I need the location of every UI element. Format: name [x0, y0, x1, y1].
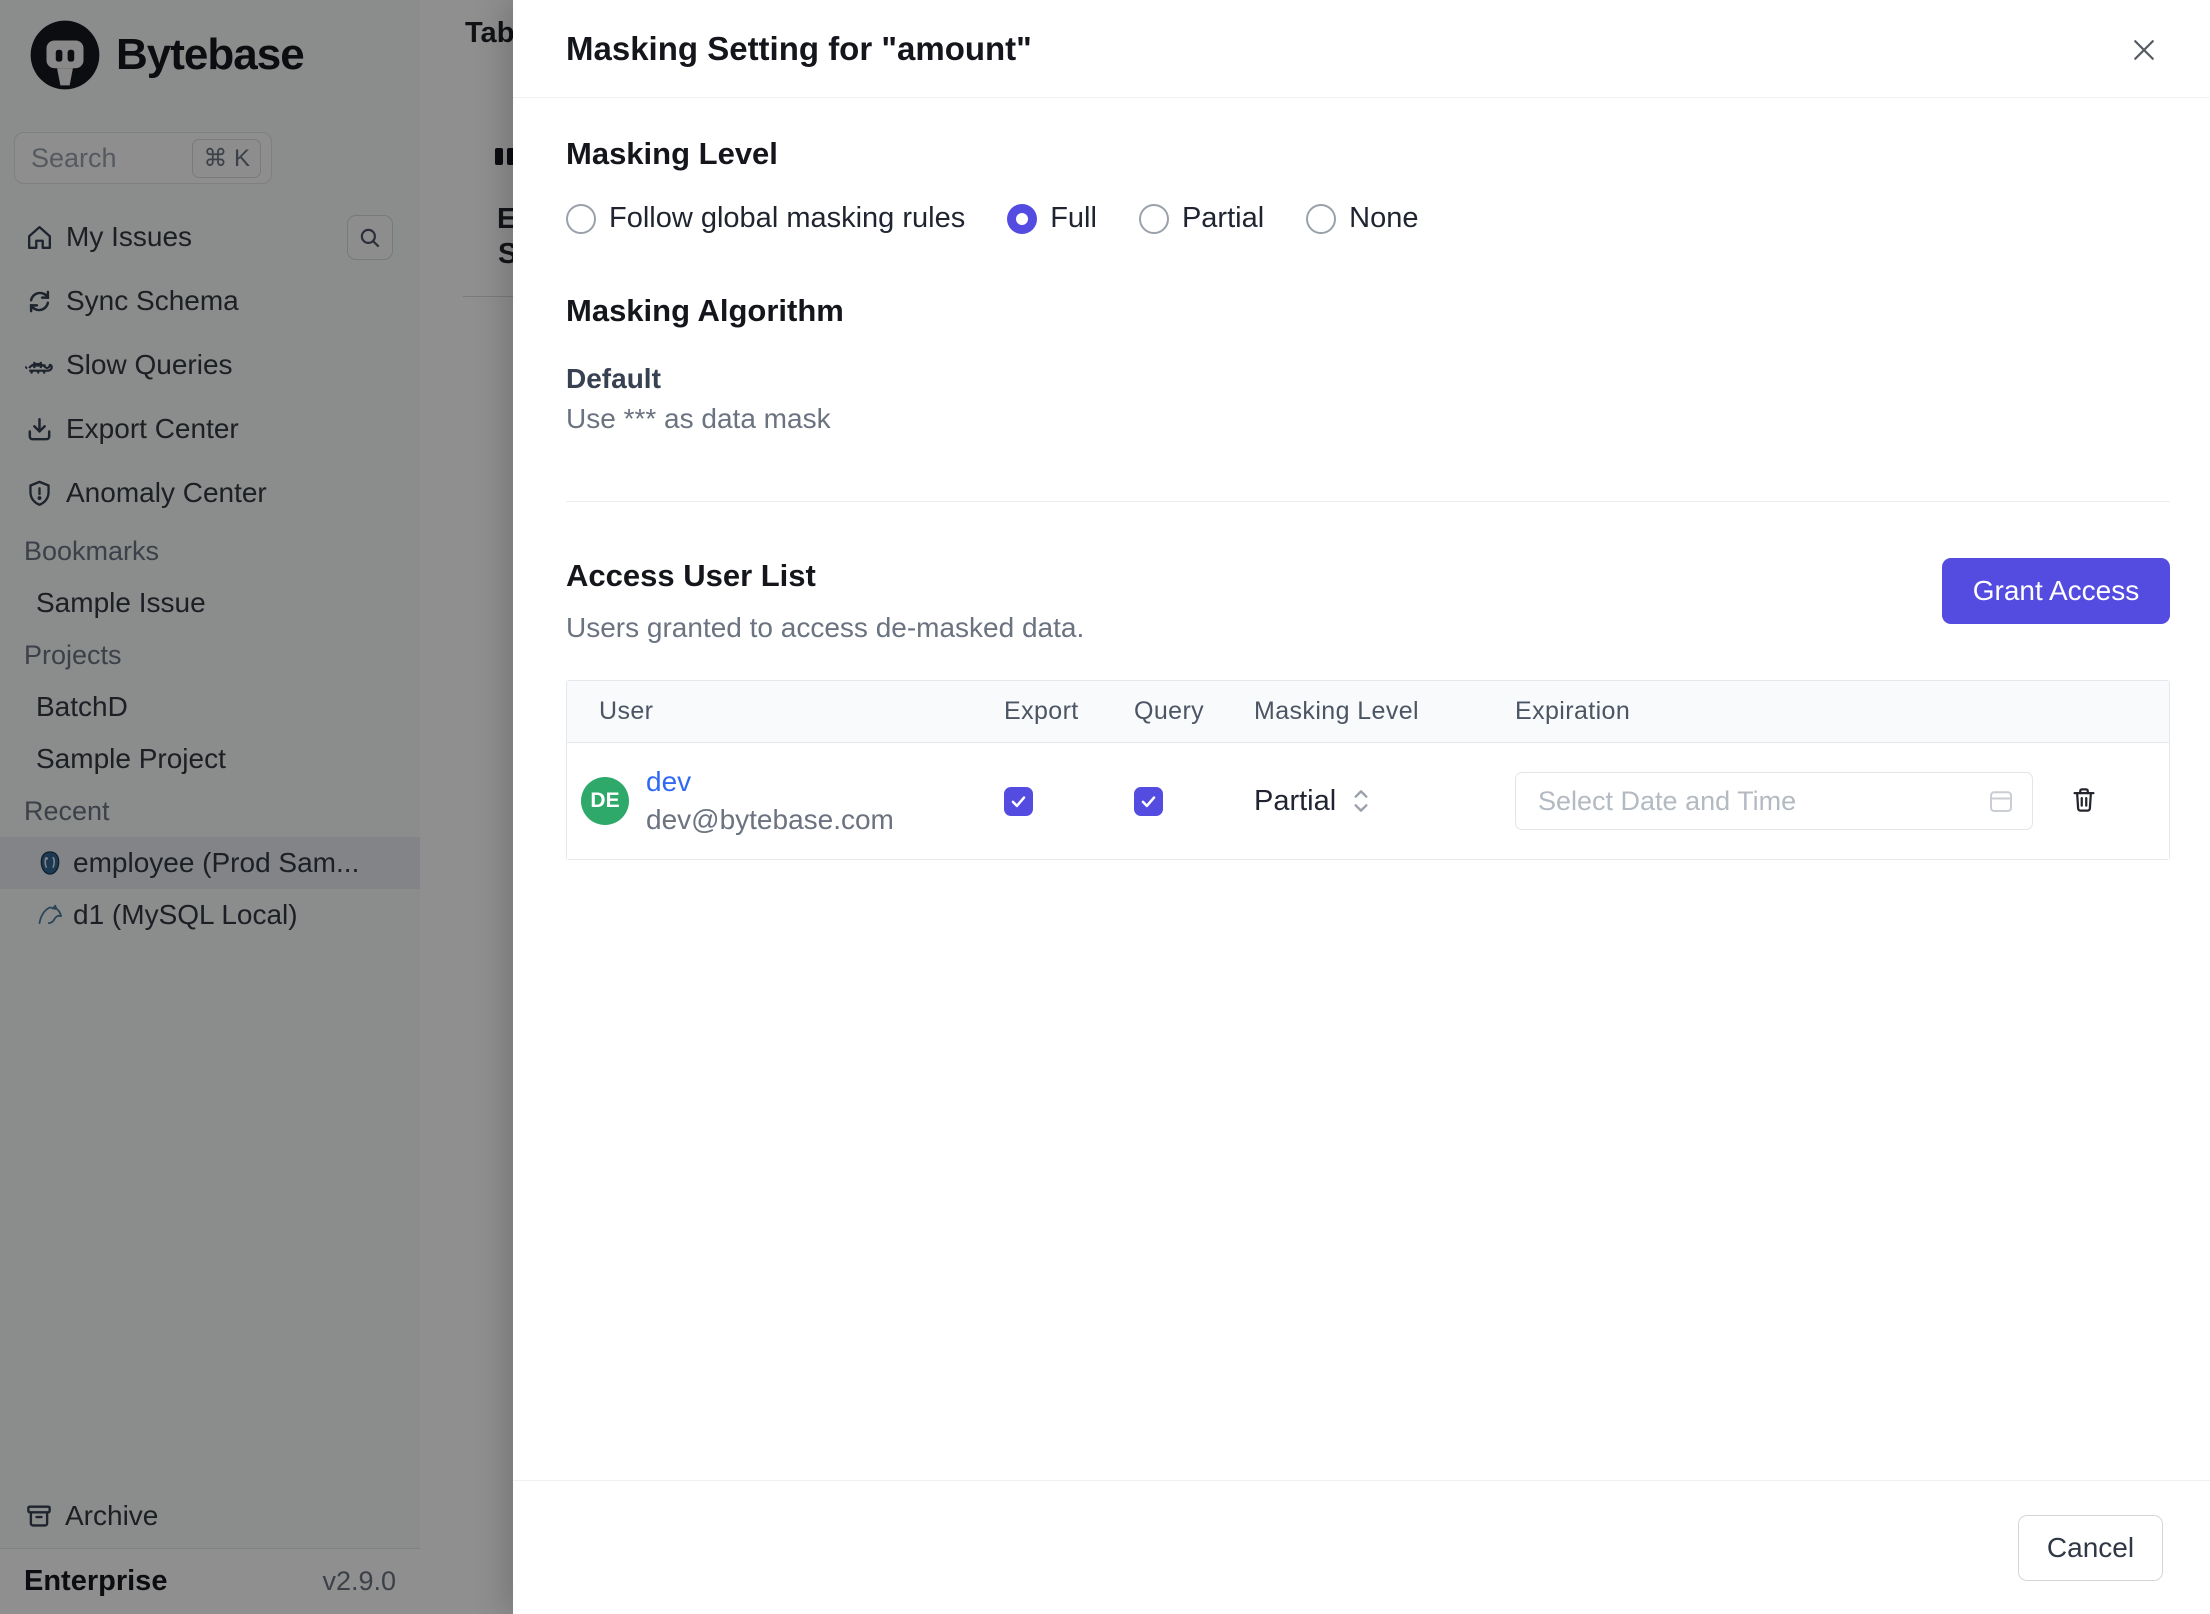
modal-title: Masking Setting for "amount" [566, 29, 1032, 67]
column-header-user: User [599, 697, 654, 725]
expiration-cell [1515, 772, 2169, 830]
masking-level-value: Partial [1254, 784, 1337, 817]
radio-icon [1306, 203, 1337, 234]
expiration-date-input[interactable] [1515, 772, 2033, 830]
masking-level-heading: Masking Level [566, 136, 778, 171]
column-header-query: Query [1134, 697, 1205, 725]
user-name-link[interactable]: dev [646, 765, 894, 799]
access-user-list-subtitle: Users granted to access de-masked data. [566, 612, 1085, 643]
masking-algorithm-heading: Masking Algorithm [566, 293, 844, 328]
check-icon [1141, 795, 1156, 807]
check-icon [1011, 795, 1026, 807]
table-row: DE dev dev@bytebase.com Partial Select D… [567, 743, 2169, 859]
access-user-list-heading: Access User List [566, 558, 816, 593]
algorithm-name: Default [566, 363, 661, 394]
avatar: DE [581, 777, 629, 825]
radio-follow-global[interactable]: Follow global masking rules [566, 202, 965, 235]
calendar-icon [1990, 791, 2012, 812]
user-cell: DE dev dev@bytebase.com [567, 765, 1004, 836]
cancel-button[interactable]: Cancel [2018, 1514, 2163, 1581]
column-header-masking-level: Masking Level [1254, 697, 1420, 725]
close-icon[interactable] [2127, 33, 2161, 67]
app-root: Bytebase ⌘ K My Issues Sync Schema Slow … [0, 0, 2210, 1614]
algorithm-description: Use *** as data mask [566, 403, 831, 434]
query-cell [1134, 786, 1254, 816]
modal-backdrop[interactable] [0, 0, 513, 1614]
masking-level-cell: Partial [1254, 785, 1515, 818]
radio-icon [1007, 203, 1038, 234]
radio-icon [566, 203, 596, 234]
masking-level-select[interactable]: Partial [1254, 785, 1515, 818]
radio-full[interactable]: Full [1007, 202, 1097, 235]
column-header-export: Export [1004, 697, 1079, 725]
column-header-expiration: Expiration [1515, 697, 1631, 725]
chevron-up-down-icon [1350, 786, 1372, 816]
trash-icon[interactable] [2069, 785, 2101, 817]
user-email: dev@bytebase.com [646, 804, 894, 835]
radio-icon [1138, 203, 1169, 234]
modal-footer: Cancel [513, 1480, 2210, 1614]
date-text-input[interactable] [1538, 785, 1986, 817]
radio-none[interactable]: None [1306, 202, 1418, 235]
access-user-list-header: Access User List Users granted to access… [566, 558, 2170, 644]
masking-level-radio-group: Follow global masking rules Full Partial… [566, 202, 2170, 235]
query-checkbox[interactable] [1134, 786, 1163, 816]
export-cell [1004, 786, 1134, 816]
modal-body: Masking Level Follow global masking rule… [513, 98, 2210, 1480]
table-header-row: User Export Query Masking Level Expirati… [567, 681, 2169, 743]
modal-header: Masking Setting for "amount" [513, 0, 2210, 98]
export-checkbox[interactable] [1004, 786, 1033, 816]
access-user-table: User Export Query Masking Level Expirati… [566, 680, 2170, 860]
section-divider [566, 501, 2170, 502]
radio-partial[interactable]: Partial [1138, 202, 1264, 235]
masking-setting-modal: Masking Setting for "amount" Masking Lev… [513, 0, 2210, 1614]
grant-access-button[interactable]: Grant Access [1942, 558, 2170, 624]
